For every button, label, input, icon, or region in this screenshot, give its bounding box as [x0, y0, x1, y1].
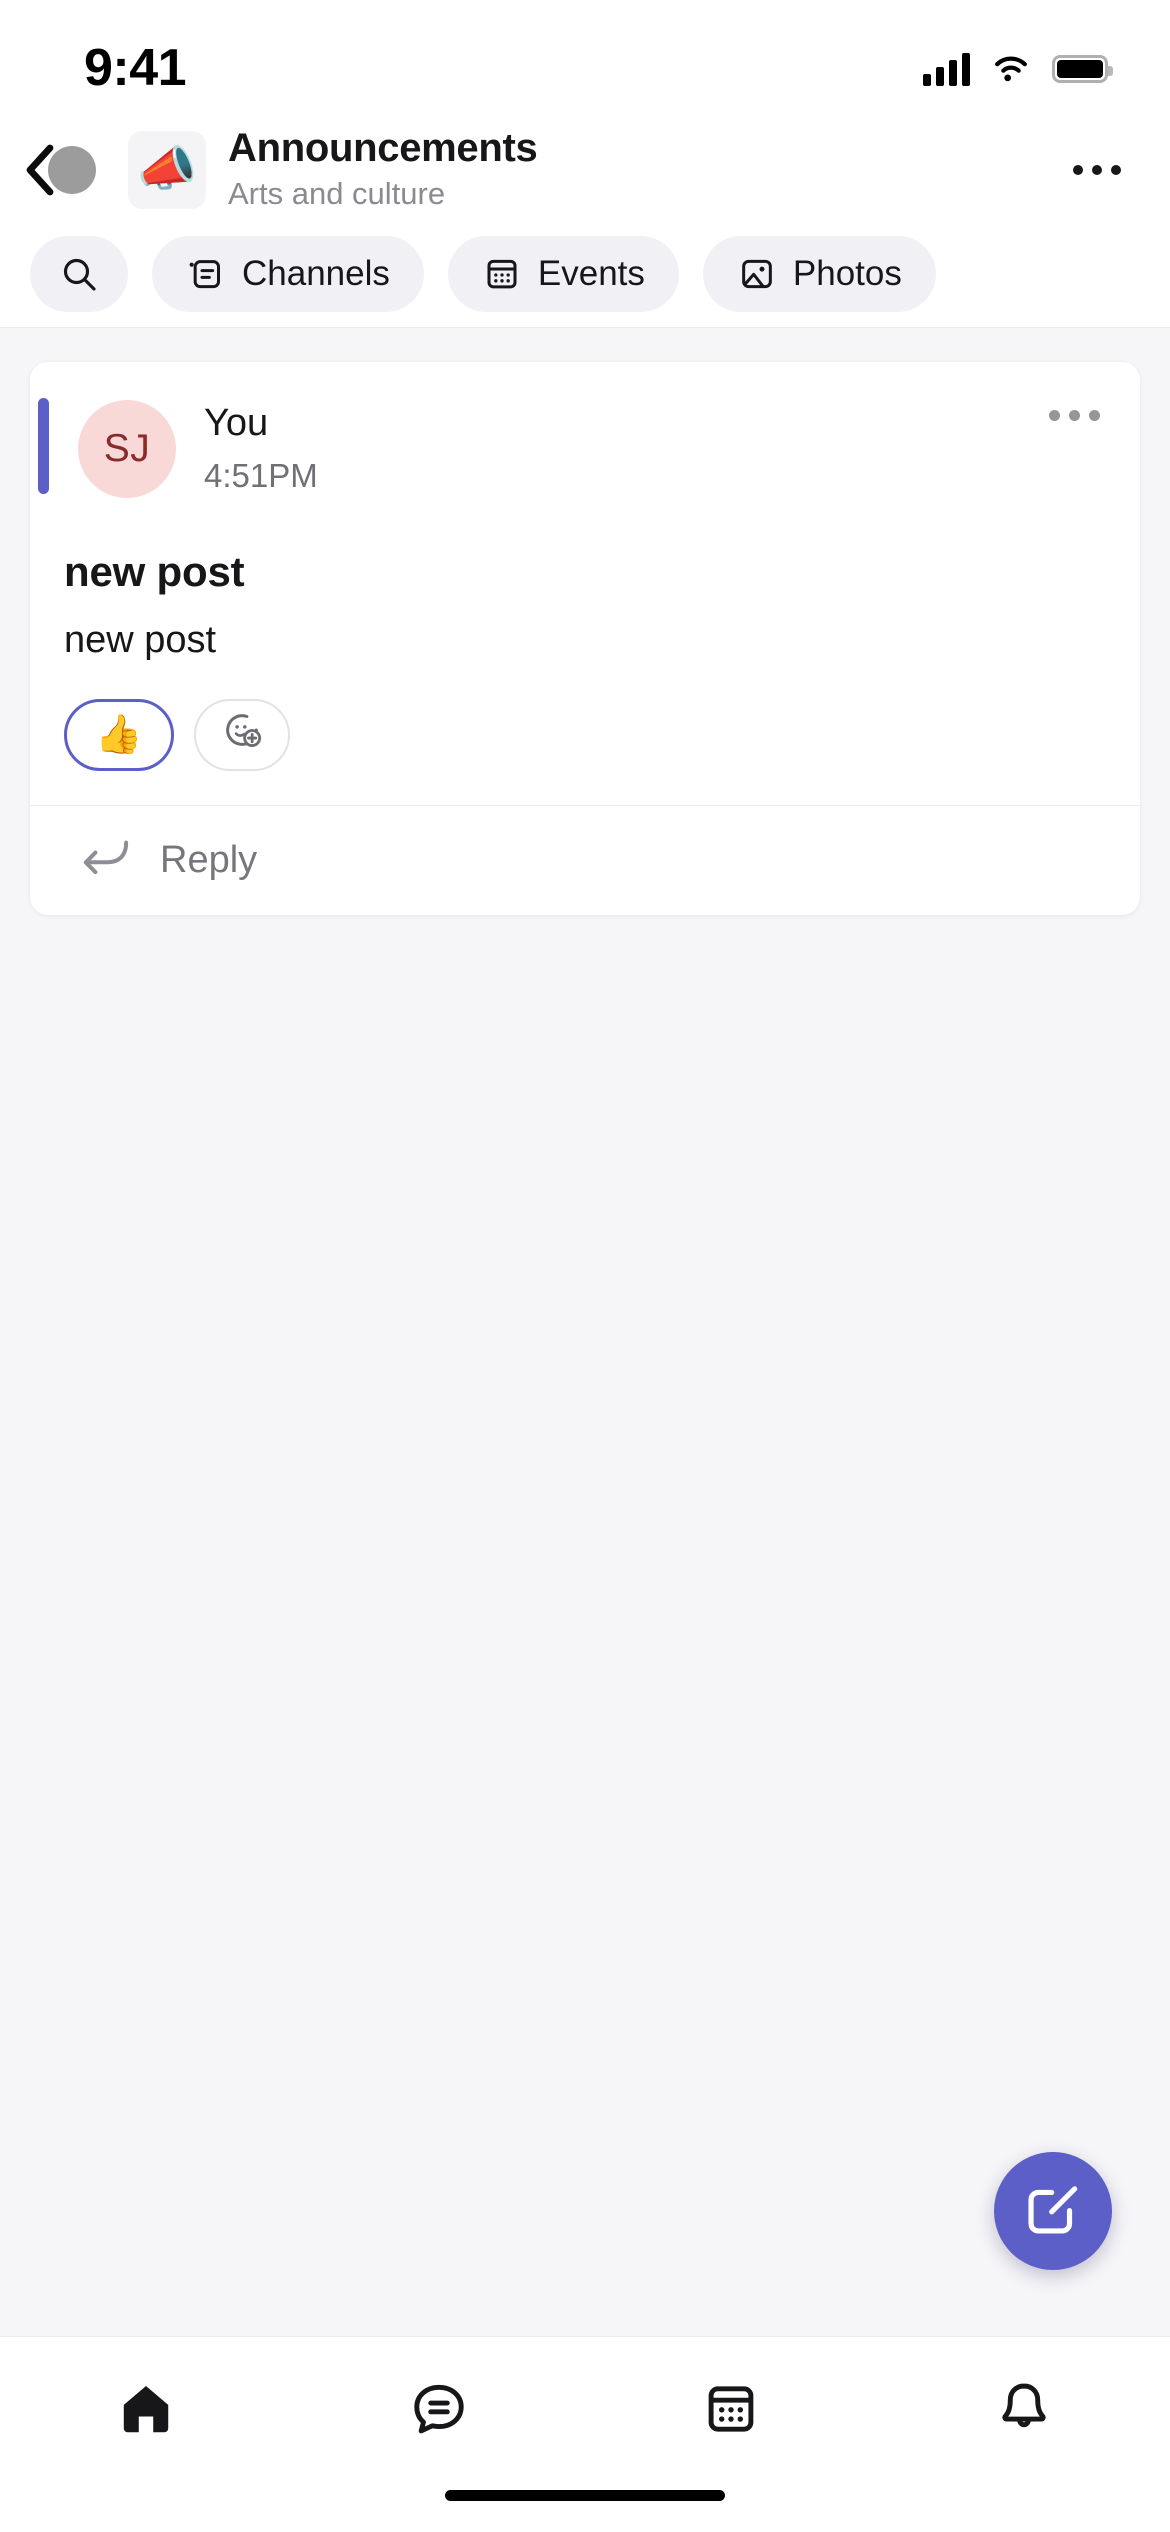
compose-fab-button[interactable]: [994, 2152, 1112, 2270]
more-options-icon[interactable]: [1073, 165, 1121, 175]
status-bar-icons: [923, 51, 1113, 88]
home-indicator-area: [0, 2486, 1170, 2532]
page-subtitle: Arts and culture: [228, 176, 446, 212]
thumbs-up-reaction[interactable]: 👍: [64, 699, 174, 772]
content-area: SJ You 4:51PM new post new post 👍 Reply: [0, 328, 1170, 2336]
cellular-signal-icon: [923, 52, 970, 86]
app-header: 📣 Announcements Arts and culture: [0, 120, 1170, 220]
add-reaction-button[interactable]: [194, 699, 290, 772]
bottom-navigation-bar[interactable]: [0, 2336, 1170, 2486]
post-accent-bar: [38, 398, 49, 494]
filter-pill-photos[interactable]: Photos: [702, 235, 936, 312]
compose-icon[interactable]: [1022, 2178, 1084, 2245]
home-indicator[interactable]: [445, 2490, 725, 2501]
search-pill[interactable]: [30, 235, 128, 312]
chat-bubble-icon[interactable]: [408, 2378, 470, 2445]
home-icon[interactable]: [115, 2378, 177, 2445]
page-title: Announcements: [228, 126, 538, 171]
header-title-block[interactable]: Announcements Arts and culture: [228, 125, 1062, 214]
more-options-button[interactable]: [1062, 135, 1132, 205]
reply-arrow-icon: [80, 838, 130, 883]
reply-label: Reply: [160, 839, 258, 882]
post-header: SJ You 4:51PM: [64, 400, 1106, 498]
post-meta: You 4:51PM: [204, 400, 1049, 495]
nav-home[interactable]: [0, 2337, 293, 2486]
calendar-icon[interactable]: [700, 2378, 762, 2445]
avatar[interactable]: SJ: [78, 400, 176, 498]
reply-button[interactable]: Reply: [30, 805, 1140, 915]
post-author: You: [204, 402, 269, 444]
filter-pill-events-label: Events: [537, 253, 645, 293]
filter-pill-events[interactable]: Events: [447, 235, 679, 312]
nav-chat[interactable]: [293, 2337, 586, 2486]
add-reaction-icon[interactable]: [221, 709, 263, 761]
reaction-row[interactable]: 👍: [64, 699, 1106, 772]
post-more-options-button[interactable]: [1049, 400, 1106, 421]
filter-pill-row[interactable]: Channels Events Photos: [0, 220, 1170, 328]
post-main: SJ You 4:51PM new post new post 👍: [30, 362, 1140, 805]
channels-icon: [186, 254, 226, 294]
post-title: new post: [64, 548, 245, 595]
post-body: new post: [64, 619, 217, 661]
status-bar-time: 9:41: [84, 39, 187, 97]
search-icon[interactable]: [59, 254, 99, 294]
nav-calendar[interactable]: [585, 2337, 878, 2486]
status-bar: 9:41: [0, 0, 1170, 120]
bell-icon[interactable]: [993, 2378, 1055, 2445]
post-card[interactable]: SJ You 4:51PM new post new post 👍 Reply: [30, 362, 1140, 916]
app-screen: 9:41 📣 Announcements Arts and culture Ch…: [0, 0, 1170, 2532]
nav-activity[interactable]: [878, 2337, 1170, 2486]
post-timestamp: 4:51PM: [204, 456, 318, 494]
photo-icon: [737, 254, 777, 294]
battery-icon: [1052, 55, 1113, 83]
back-button[interactable]: [18, 144, 96, 196]
filter-pill-channels-label: Channels: [242, 253, 390, 293]
filter-pill-channels[interactable]: Channels: [152, 235, 424, 312]
wifi-icon: [990, 51, 1032, 88]
calendar-icon: [482, 254, 522, 294]
filter-pill-photos-label: Photos: [792, 253, 902, 293]
megaphone-icon: 📣: [128, 131, 206, 209]
post-more-options-icon[interactable]: [1049, 410, 1100, 421]
user-avatar-icon[interactable]: [48, 146, 96, 194]
